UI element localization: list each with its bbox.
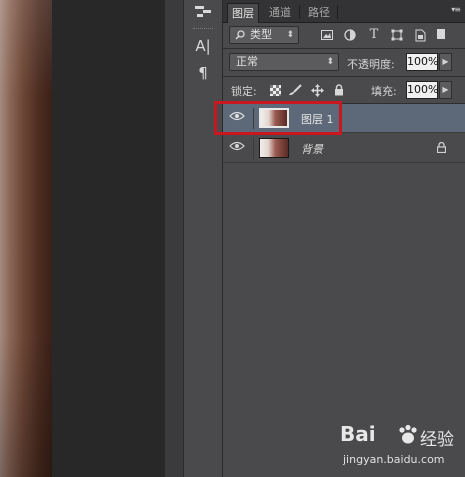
chevron-updown-icon: ⬍ [286,30,294,40]
blend-mode-value: 正常 [236,55,258,68]
filter-toggle-switch[interactable] [437,29,445,39]
tab-channels[interactable]: 通道 [265,3,295,22]
search-icon [235,30,245,40]
tab-divider [337,5,338,19]
tab-layers[interactable]: 图层 [227,3,259,23]
panel-menu-icon[interactable]: ▾≡ [451,5,461,14]
lock-transparent-icon[interactable] [267,82,283,98]
layer-row-background[interactable]: 背景 [223,134,465,163]
shape-filter-icon[interactable] [389,27,405,43]
layer-filter-row: 类型 ⬍ T [223,23,465,47]
panel-tab-bar: 图层 通道 路径 ▾≡ [223,0,465,23]
lock-all-icon[interactable] [331,82,347,98]
opacity-label: 不透明度: [347,58,395,71]
tab-divider [299,5,300,19]
blend-row: 正常 ⬍ 不透明度: 100% ▶ [223,50,465,74]
layers-panel: 图层 通道 路径 ▾≡ 类型 ⬍ T 正常 ⬍ 不透明度: 100% ▶ 锁定:… [222,0,465,477]
row-divider [253,108,254,129]
eye-icon[interactable] [229,111,249,125]
fill-slider-button[interactable]: ▶ [439,81,452,99]
character-panel-glyph: A| [195,37,211,55]
row-divider [253,138,254,159]
paragraph-panel-icon[interactable]: ¶ [191,62,215,84]
type-filter-icon[interactable]: T [366,26,382,42]
layers-list: 图层 1 背景 [223,104,465,477]
filter-kind-dropdown[interactable]: 类型 ⬍ [229,26,299,44]
layer-name[interactable]: 图层 1 [301,111,334,127]
panel-divider [223,76,465,77]
panel-divider [223,48,465,49]
opacity-input[interactable]: 100% [406,53,438,71]
lock-row: 锁定: 填充: 100% ▶ [223,78,465,102]
panel-dock-gap [165,0,183,477]
lock-position-icon[interactable] [309,82,325,98]
fill-label: 填充: [371,85,397,98]
adjustment-filter-icon[interactable] [342,27,358,43]
opacity-slider-button[interactable]: ▶ [439,53,452,71]
lock-icon [436,141,447,156]
canvas-background [52,0,165,477]
chevron-updown-icon: ⬍ [326,57,334,67]
brush-preset-icon[interactable] [191,0,215,22]
image-filter-icon[interactable] [319,27,335,43]
layer-thumbnail [259,108,289,128]
lock-label: 锁定: [231,85,257,98]
tab-paths[interactable]: 路径 [304,3,334,22]
strip-divider [193,28,213,31]
layer-row-layer1[interactable]: 图层 1 [223,104,465,133]
layer-thumbnail [259,138,289,158]
layer-name[interactable]: 背景 [301,141,323,157]
filter-kind-label: 类型 [250,28,272,41]
character-panel-icon[interactable]: A| [191,35,215,57]
smart-object-filter-icon[interactable] [412,27,428,43]
collapsed-panel-strip: A| ¶ [183,0,223,477]
eye-icon[interactable] [229,141,249,155]
paragraph-panel-glyph: ¶ [198,64,208,82]
blend-mode-dropdown[interactable]: 正常 ⬍ [229,53,339,71]
canvas-image-edge [0,0,52,477]
lock-image-icon[interactable] [287,82,303,98]
fill-input[interactable]: 100% [406,81,438,99]
